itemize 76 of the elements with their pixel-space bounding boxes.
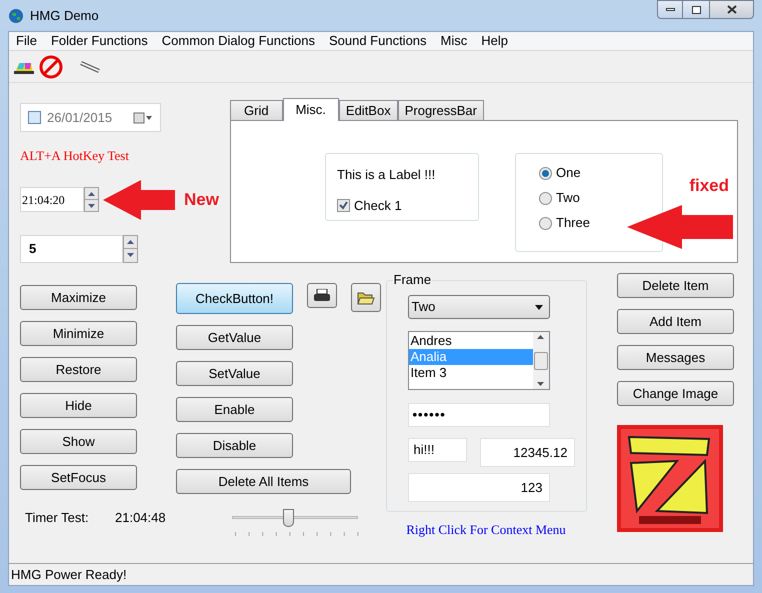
push-button[interactable]: CheckButton! bbox=[176, 283, 293, 314]
open-folder-button[interactable] bbox=[351, 283, 381, 312]
push-button[interactable]: Delete Item bbox=[617, 273, 734, 298]
annotation-label: fixed bbox=[689, 175, 730, 197]
number-field[interactable]: 123 bbox=[408, 473, 550, 502]
radio-button[interactable] bbox=[539, 192, 552, 204]
text-field[interactable]: hi!!! bbox=[408, 438, 466, 462]
list-item[interactable]: Andres bbox=[408, 333, 532, 349]
slider-thumb[interactable] bbox=[283, 509, 294, 528]
menu-item[interactable]: Help bbox=[474, 31, 516, 51]
checkbox[interactable] bbox=[337, 198, 350, 212]
timer-label: Timer Test: bbox=[25, 509, 90, 527]
hotkey-label: ALT+A HotKey Test bbox=[20, 147, 130, 165]
radio-button[interactable] bbox=[539, 166, 552, 180]
password-field[interactable]: •••••• bbox=[408, 403, 550, 427]
date-picker[interactable]: 26/01/2015 bbox=[20, 103, 161, 132]
radio-label: Two bbox=[556, 189, 580, 208]
close-button[interactable] bbox=[709, 0, 754, 19]
push-button[interactable]: SetFocus bbox=[20, 465, 137, 490]
tab[interactable]: Misc. bbox=[282, 98, 339, 121]
push-button[interactable]: Maximize bbox=[20, 285, 137, 310]
timer-value: 21:04:48 bbox=[115, 509, 166, 527]
annotation-label: New bbox=[184, 188, 219, 211]
radio-button[interactable] bbox=[539, 216, 552, 230]
menu-item[interactable]: Folder Functions bbox=[44, 31, 155, 51]
calendar-icon[interactable] bbox=[133, 112, 153, 124]
close-icon bbox=[726, 5, 736, 14]
push-button[interactable]: Minimize bbox=[20, 321, 137, 346]
status-bar: HMG Power Ready! bbox=[9, 563, 753, 585]
push-button[interactable]: Add Item bbox=[617, 309, 734, 334]
list-item[interactable]: Item 3 bbox=[408, 365, 532, 381]
push-button[interactable]: Change Image bbox=[617, 381, 734, 406]
scroll-up-icon[interactable] bbox=[537, 335, 544, 339]
push-button[interactable]: Delete All Items bbox=[176, 469, 351, 494]
push-button[interactable]: Disable bbox=[176, 433, 293, 458]
folder-icon bbox=[357, 290, 375, 304]
number-field[interactable]: 12345.12 bbox=[480, 438, 574, 467]
spin-buttons[interactable] bbox=[84, 187, 99, 212]
checkbox-label: Check 1 bbox=[354, 196, 402, 214]
pen-icon[interactable] bbox=[79, 60, 101, 74]
globe-icon bbox=[8, 8, 24, 24]
maximize-button[interactable] bbox=[683, 0, 709, 19]
checkbox[interactable] bbox=[28, 111, 41, 124]
scroll-down-icon[interactable] bbox=[537, 382, 544, 386]
push-button[interactable]: Enable bbox=[176, 397, 293, 422]
push-button[interactable]: Messages bbox=[617, 345, 734, 370]
push-button[interactable]: Hide bbox=[20, 393, 137, 418]
label-text: This is a Label !!! bbox=[337, 166, 436, 184]
time-field[interactable]: 21:04:20 bbox=[20, 187, 84, 212]
menu-item[interactable]: Misc bbox=[434, 31, 474, 51]
tab[interactable]: ProgressBar bbox=[398, 100, 484, 120]
tab[interactable]: Grid bbox=[230, 100, 283, 120]
combo-box[interactable]: Two bbox=[408, 295, 550, 319]
menu-item[interactable]: File bbox=[9, 31, 44, 51]
menu-item[interactable]: Sound Functions bbox=[322, 31, 434, 51]
dropdown-arrow-icon[interactable] bbox=[534, 304, 542, 310]
printer-button[interactable] bbox=[307, 283, 337, 308]
arrow-icon bbox=[627, 204, 735, 248]
window-title: HMG Demo bbox=[30, 6, 99, 25]
context-menu-hint: Right Click For Context Menu bbox=[406, 521, 566, 539]
no-entry-icon[interactable] bbox=[39, 54, 63, 78]
radio-label: One bbox=[556, 164, 581, 182]
push-button[interactable]: GetValue bbox=[176, 325, 293, 350]
push-button[interactable]: Show bbox=[20, 429, 137, 454]
spin-buttons[interactable] bbox=[123, 234, 138, 262]
scrollbar[interactable] bbox=[532, 332, 548, 389]
radio-label: Three bbox=[556, 214, 590, 232]
arrow-icon bbox=[103, 180, 175, 220]
push-button[interactable]: Restore bbox=[20, 357, 137, 382]
list-box[interactable]: Andres Analia Item 3 bbox=[408, 331, 550, 390]
push-button[interactable]: SetValue bbox=[176, 361, 293, 386]
number-field[interactable]: 5 bbox=[20, 234, 123, 262]
minimize-button[interactable] bbox=[657, 0, 683, 19]
printer-icon bbox=[313, 288, 331, 302]
tab[interactable]: EditBox bbox=[338, 100, 398, 120]
menu-item[interactable]: Common Dialog Functions bbox=[154, 31, 322, 51]
